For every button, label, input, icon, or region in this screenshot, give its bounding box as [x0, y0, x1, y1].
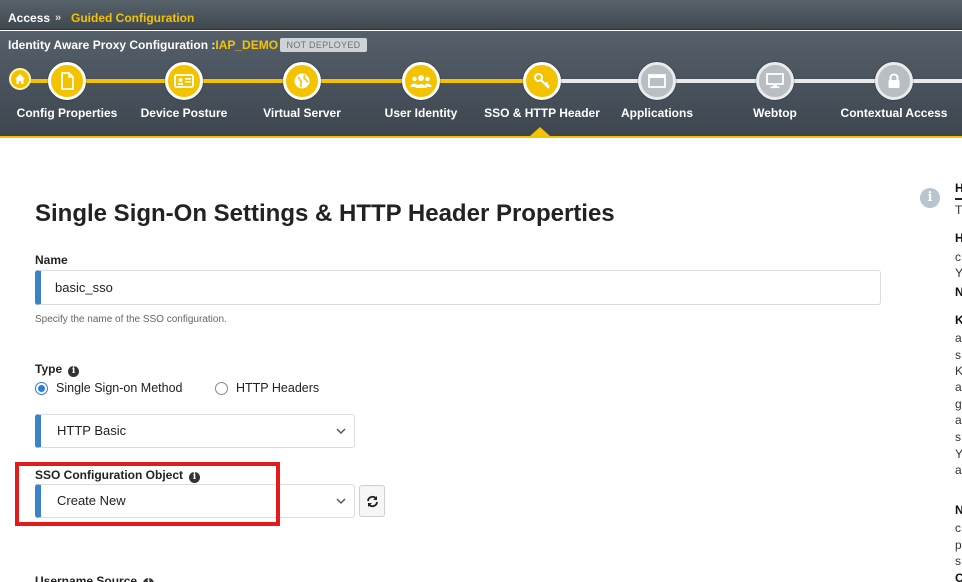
step-contextual-access[interactable]: Contextual Access — [819, 62, 962, 120]
help-panel-title-underline — [955, 198, 962, 200]
monitor-icon — [766, 73, 784, 89]
header-divider — [0, 136, 962, 138]
document-icon — [61, 72, 74, 90]
key-icon — [534, 73, 550, 89]
config-name: IAP_DEMO — [215, 38, 279, 52]
step-circle — [165, 62, 203, 100]
info-icon[interactable]: i — [143, 578, 155, 582]
info-icon[interactable]: i — [68, 366, 80, 377]
radio-single-sign-on-method[interactable]: Single Sign-on Method — [35, 381, 182, 395]
help-panel-text-fragment: a — [955, 463, 962, 477]
sso-method-select[interactable]: HTTP Basic — [35, 414, 355, 448]
chevron-down-icon — [336, 415, 346, 459]
radio-unchecked-indicator[interactable] — [215, 381, 228, 395]
type-label: Type — [35, 362, 63, 376]
name-label: Name — [35, 253, 68, 267]
window-icon — [648, 74, 666, 88]
help-panel-text-fragment: g — [955, 397, 962, 411]
highlight-annotation — [15, 462, 280, 526]
help-panel-text-fragment: Y — [955, 266, 962, 280]
help-panel-text-fragment: K — [955, 364, 962, 378]
step-circle — [875, 62, 913, 100]
wizard-header: Identity Aware Proxy Configuration :IAP_… — [0, 31, 962, 136]
config-title: Identity Aware Proxy Configuration :IAP_… — [8, 38, 278, 52]
refresh-button[interactable] — [359, 485, 385, 517]
help-panel-text-fragment: N — [955, 503, 962, 517]
help-panel-text-fragment: T — [955, 203, 962, 217]
help-panel-text-fragment: c — [955, 250, 961, 264]
active-step-pointer — [530, 127, 550, 136]
breadcrumb: Access » Guided Configuration — [0, 0, 962, 30]
refresh-icon — [366, 495, 378, 507]
step-circle — [638, 62, 676, 100]
page-title: Single Sign-On Settings & HTTP Header Pr… — [35, 200, 615, 227]
help-panel-text-fragment: K — [955, 313, 962, 327]
globe-icon — [294, 73, 310, 89]
sso-method-value: HTTP Basic — [57, 423, 127, 438]
id-card-icon — [174, 74, 194, 88]
radio-label: Single Sign-on Method — [56, 381, 183, 395]
help-panel-text-fragment: Y — [955, 447, 962, 461]
help-panel-text-fragment: s — [955, 554, 961, 568]
help-panel-text-fragment: C — [955, 571, 962, 582]
help-info-icon[interactable]: i — [920, 188, 940, 208]
username-source-label: Username Source — [35, 574, 138, 582]
radio-http-headers[interactable]: HTTP Headers — [215, 381, 319, 395]
chevron-down-icon — [336, 485, 346, 529]
breadcrumb-current: Guided Configuration — [71, 11, 195, 25]
step-circle — [48, 62, 86, 100]
help-panel-text-fragment: a — [955, 331, 962, 345]
step-circle — [756, 62, 794, 100]
help-panel-text-fragment: c — [955, 521, 961, 535]
users-icon — [410, 75, 432, 88]
lock-icon — [888, 73, 900, 88]
step-circle — [523, 62, 561, 100]
config-title-prefix: Identity Aware Proxy Configuration : — [8, 38, 216, 52]
help-panel-text-fragment: s — [955, 348, 961, 362]
step-circle — [283, 62, 321, 100]
deploy-status-badge: NOT DEPLOYED — [280, 38, 367, 52]
name-input[interactable] — [35, 270, 881, 305]
help-panel-text-fragment: s — [955, 430, 961, 444]
help-panel-text-fragment: a — [955, 413, 962, 427]
help-panel-text-fragment: H — [955, 181, 962, 195]
help-panel-text-fragment: H — [955, 231, 962, 245]
radio-label: HTTP Headers — [236, 381, 320, 395]
type-label-row: Type i — [35, 362, 80, 377]
help-panel-text-fragment: a — [955, 380, 962, 394]
radio-checked-indicator[interactable] — [35, 381, 48, 395]
name-help-text: Specify the name of the SSO configuratio… — [35, 314, 227, 325]
step-circle — [402, 62, 440, 100]
help-panel-text-fragment: N — [955, 285, 962, 299]
step-label: Contextual Access — [840, 106, 948, 120]
username-source-label-row: Username Source i — [35, 574, 155, 582]
breadcrumb-root[interactable]: Access — [8, 11, 50, 25]
breadcrumb-separator: » — [55, 12, 62, 24]
help-panel-text-fragment: p — [955, 538, 962, 552]
